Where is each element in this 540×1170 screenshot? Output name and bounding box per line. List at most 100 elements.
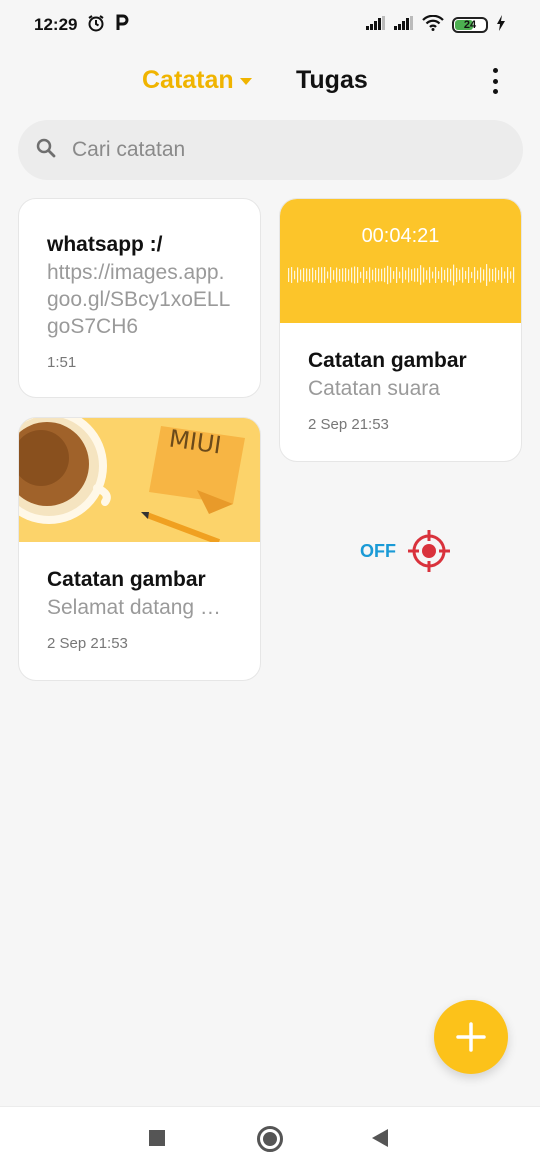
waveform-bar <box>300 269 302 281</box>
waveform-bar <box>303 268 305 282</box>
note-body: Catatan suara <box>308 377 440 400</box>
waveform-bar <box>417 268 419 282</box>
note-card[interactable]: whatsapp :/ https://images.app.goo.gl/SB… <box>18 198 261 398</box>
note-card[interactable]: 00:04:21 Catatan gambar Catatan suara 2 … <box>279 198 522 462</box>
waveform-bar <box>309 268 311 282</box>
signal-icon <box>394 15 414 35</box>
waveform-bar <box>447 267 449 283</box>
note-image: MIUI <box>19 418 260 542</box>
back-icon[interactable] <box>372 1129 388 1147</box>
waveform-bar <box>375 267 377 283</box>
waveform-bar <box>339 269 341 281</box>
waveform-bar <box>402 267 404 283</box>
waveform-bar <box>477 270 479 280</box>
note-body: https://images.app.goo.gl/SBcy1xoELLgoS7… <box>47 261 231 338</box>
waveform-bar <box>492 269 494 281</box>
note-card[interactable]: MIUI Catatan gambar Selamat datang … 2 S… <box>18 417 261 681</box>
waveform-bar <box>426 270 428 280</box>
waveform-bar <box>333 270 335 280</box>
waveform-bar <box>360 271 362 279</box>
tab-catatan-label: Catatan <box>142 66 234 94</box>
waveform-bar <box>414 268 416 282</box>
waveform-icon <box>288 264 515 286</box>
home-icon[interactable] <box>257 1126 283 1152</box>
waveform-bar <box>294 270 296 280</box>
waveform-bar <box>468 267 470 283</box>
waveform-bar <box>483 269 485 281</box>
note-date: 2 Sep 21:53 <box>47 635 128 652</box>
note-title: Catatan gambar <box>308 349 467 372</box>
waveform-bar <box>507 267 509 283</box>
waveform-bar <box>441 267 443 283</box>
waveform-bar <box>363 267 365 283</box>
waveform-bar <box>435 267 437 283</box>
waveform-bar <box>453 264 455 286</box>
battery-level: 24 <box>463 19 477 31</box>
search-input[interactable]: Cari catatan <box>18 120 523 180</box>
waveform-bar <box>315 270 317 280</box>
status-bar: 12:29 24 <box>0 0 540 50</box>
note-title: whatsapp :/ <box>47 233 163 256</box>
wifi-icon <box>422 14 444 36</box>
waveform-bar <box>384 267 386 283</box>
more-options-icon[interactable] <box>484 66 506 96</box>
waveform-bar <box>378 268 380 282</box>
waveform-bar <box>462 267 464 283</box>
waveform-bar <box>429 267 431 283</box>
waveform-bar <box>336 267 338 283</box>
waveform-bar <box>381 268 383 282</box>
waveform-bar <box>420 265 422 285</box>
search-icon <box>36 138 56 163</box>
status-time: 12:29 <box>34 15 78 34</box>
system-nav-bar <box>0 1106 540 1170</box>
waveform-bar <box>423 267 425 283</box>
waveform-bar <box>411 269 413 281</box>
waveform-bar <box>486 264 488 286</box>
waveform-bar <box>357 267 359 283</box>
waveform-bar <box>321 267 323 283</box>
waveform-bar <box>306 268 308 282</box>
waveform-bar <box>288 268 290 282</box>
waveform-bar <box>342 268 344 282</box>
note-date: 2 Sep 21:53 <box>308 416 389 433</box>
waveform-bar <box>459 269 461 281</box>
add-note-button[interactable] <box>434 1000 508 1074</box>
chevron-down-icon <box>239 78 252 85</box>
charging-icon <box>496 14 506 36</box>
tab-catatan[interactable]: Catatan <box>142 66 252 95</box>
waveform-bar <box>471 271 473 279</box>
note-body: Selamat datang … <box>47 596 221 619</box>
waveform-bar <box>318 267 320 283</box>
waveform-bar <box>450 268 452 282</box>
waveform-bar <box>390 267 392 283</box>
waveform-bar <box>438 271 440 279</box>
waveform-bar <box>399 271 401 279</box>
plus-icon <box>456 1022 486 1052</box>
overlay-off-label[interactable]: OFF <box>360 541 396 562</box>
waveform-bar <box>510 271 512 279</box>
header: Catatan Tugas <box>0 58 540 104</box>
waveform-bar <box>372 269 374 281</box>
waveform-bar <box>405 270 407 280</box>
recent-apps-icon[interactable] <box>149 1130 165 1146</box>
search-placeholder: Cari catatan <box>72 138 186 161</box>
waveform-bar <box>465 270 467 280</box>
waveform-bar <box>348 269 350 281</box>
waveform-bar <box>513 267 515 283</box>
waveform-bar <box>444 269 446 281</box>
waveform-bar <box>354 266 356 284</box>
waveform-bar <box>366 270 368 280</box>
waveform-bar <box>456 267 458 283</box>
waveform-bar <box>432 271 434 279</box>
crosshair-icon[interactable] <box>408 530 450 572</box>
audio-duration: 00:04:21 <box>361 225 440 247</box>
waveform-bar <box>387 265 389 285</box>
signal-icon <box>366 15 386 35</box>
waveform-bar <box>345 268 347 282</box>
waveform-bar <box>312 267 314 283</box>
waveform-bar <box>393 271 395 279</box>
waveform-bar <box>369 267 371 283</box>
tab-tugas-label: Tugas <box>296 66 368 94</box>
tab-tugas[interactable]: Tugas <box>296 66 368 95</box>
note-date: 1:51 <box>47 354 77 371</box>
